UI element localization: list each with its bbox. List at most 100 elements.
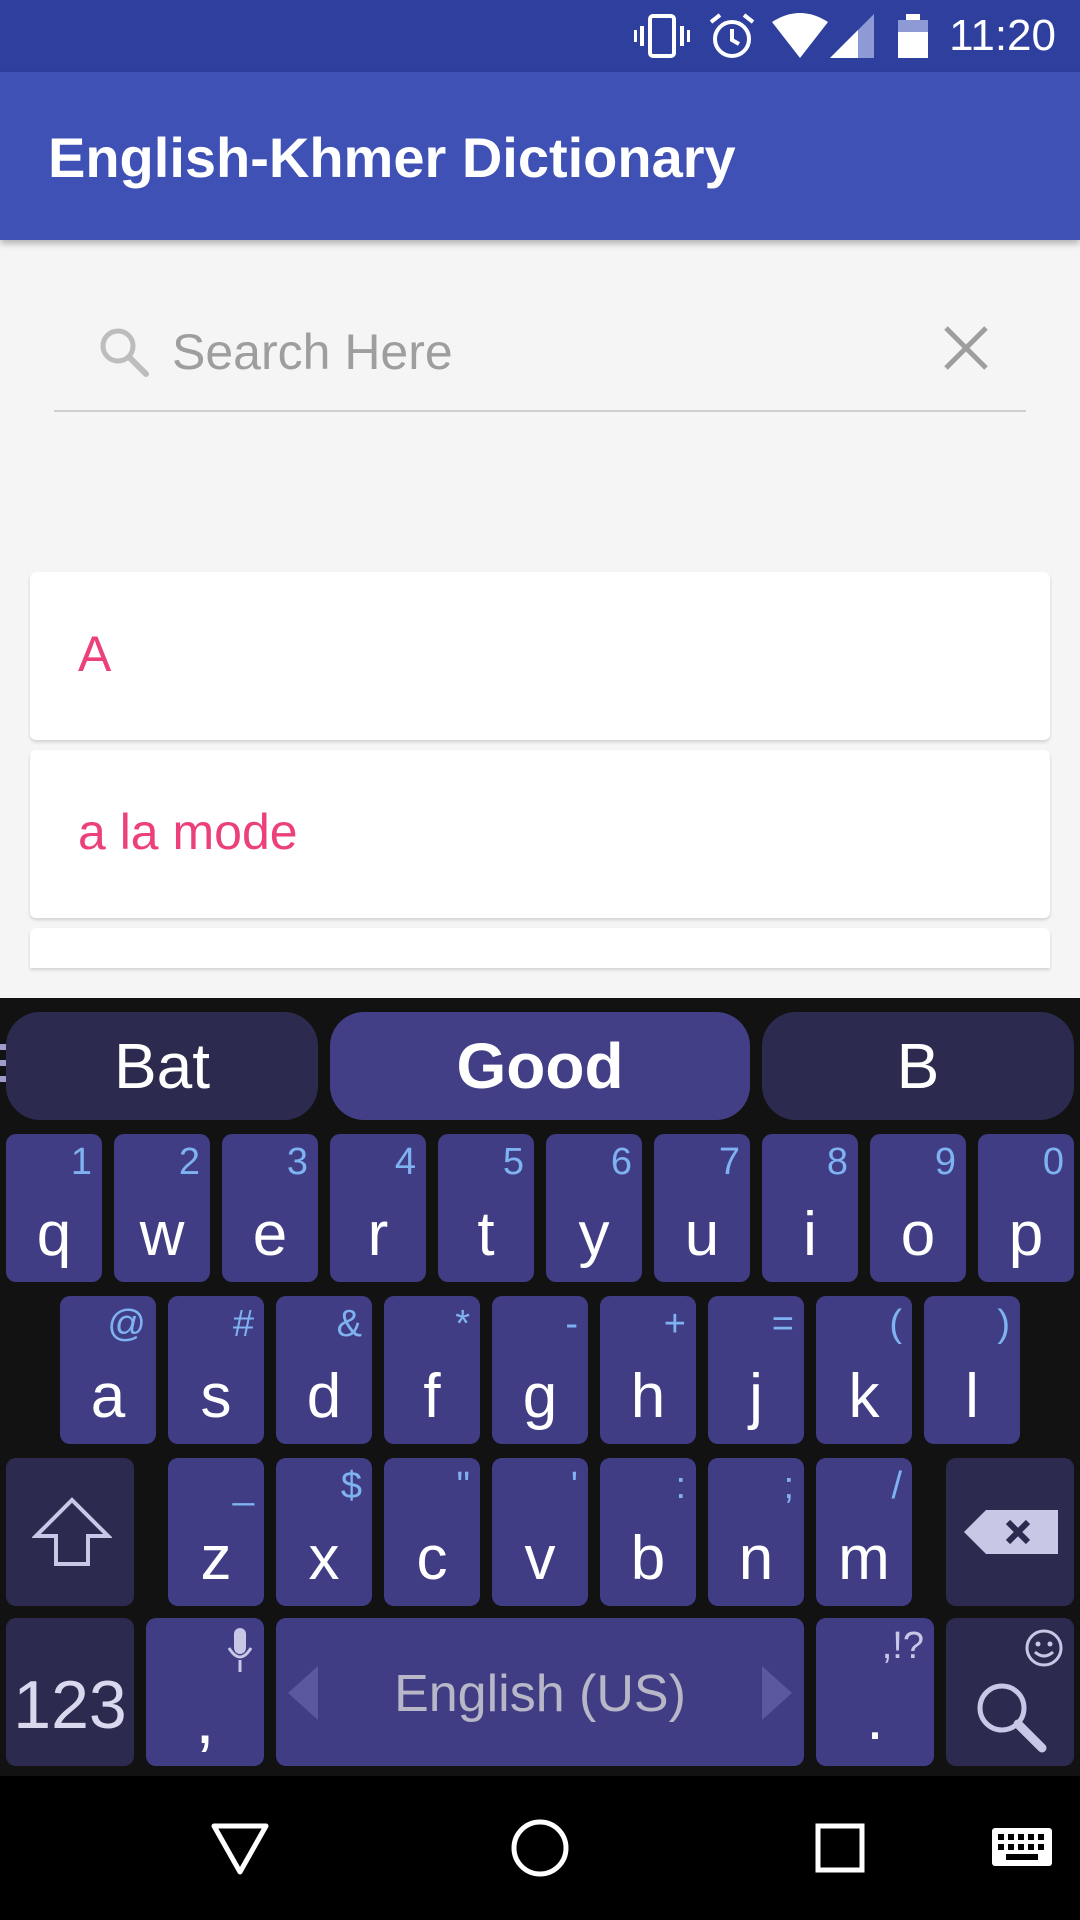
search-box xyxy=(54,300,1026,412)
key-v[interactable]: ' v xyxy=(492,1458,588,1606)
key-alt: 7 xyxy=(718,1141,740,1183)
key-alt: ; xyxy=(783,1465,794,1507)
key-y[interactable]: 6y xyxy=(546,1134,642,1282)
numbers-key[interactable]: 123 xyxy=(6,1618,134,1766)
suggestion-left[interactable]: Bat xyxy=(6,1012,318,1120)
key-label: y xyxy=(578,1200,610,1269)
key-alt: _ xyxy=(232,1465,254,1507)
alarm-icon xyxy=(709,13,755,58)
key-label: . xyxy=(866,1684,884,1753)
key-alt: 1 xyxy=(70,1141,92,1183)
key-o[interactable]: 9o xyxy=(870,1134,966,1282)
key-alt: 5 xyxy=(502,1141,524,1183)
key-label: v xyxy=(524,1524,556,1593)
key-alt: 8 xyxy=(826,1141,848,1183)
space-key[interactable]: English (US) xyxy=(276,1618,804,1766)
key-a[interactable]: @ a xyxy=(60,1296,156,1444)
battery-icon xyxy=(898,14,928,58)
key-label: g xyxy=(522,1362,558,1431)
key-d[interactable]: & d xyxy=(276,1296,372,1444)
key-label: i xyxy=(803,1200,817,1269)
key-label: , xyxy=(195,1680,215,1758)
key-g[interactable]: -g xyxy=(492,1296,588,1444)
key-q[interactable]: 1q xyxy=(6,1134,102,1282)
key-p[interactable]: 0p xyxy=(978,1134,1074,1282)
key-label: w xyxy=(139,1200,185,1269)
key-l[interactable]: ) l xyxy=(924,1296,1020,1444)
key-label: m xyxy=(838,1524,890,1593)
key-k[interactable]: (k xyxy=(816,1296,912,1444)
key-m[interactable]: / m xyxy=(816,1458,912,1606)
key-x[interactable]: $ x xyxy=(276,1458,372,1606)
key-alt: 4 xyxy=(394,1141,416,1183)
key-label: a xyxy=(90,1362,126,1431)
vibrate-icon xyxy=(634,14,690,58)
home-icon[interactable] xyxy=(460,1776,620,1920)
period-key[interactable]: ,!? . xyxy=(816,1618,934,1766)
key-alt: 3 xyxy=(286,1141,308,1183)
key-c[interactable]: " c xyxy=(384,1458,480,1606)
key-u[interactable]: 7u xyxy=(654,1134,750,1282)
key-alt: 0 xyxy=(1042,1141,1064,1183)
status-bar: 11:20 xyxy=(0,0,1080,72)
back-icon[interactable] xyxy=(160,1776,320,1920)
backspace-icon xyxy=(964,1510,1058,1554)
shift-key[interactable] xyxy=(6,1458,134,1606)
search-action-icon xyxy=(977,1683,1047,1753)
key-w[interactable]: 2w xyxy=(114,1134,210,1282)
key-label: o xyxy=(900,1200,936,1269)
shift-icon xyxy=(32,1497,112,1566)
key-label: c xyxy=(416,1524,448,1593)
search-input[interactable] xyxy=(170,320,930,384)
key-alt: + xyxy=(663,1303,686,1345)
suggestion-right[interactable]: B xyxy=(762,1012,1074,1120)
comma-key[interactable]: , xyxy=(146,1618,264,1766)
key-label: 123 xyxy=(13,1667,127,1743)
arrow-right-icon xyxy=(762,1666,792,1720)
key-label: e xyxy=(252,1200,288,1269)
close-icon[interactable] xyxy=(936,318,996,378)
key-alt: ' xyxy=(570,1465,578,1507)
keyboard-switch-icon[interactable] xyxy=(940,1776,1080,1920)
key-alt: 9 xyxy=(934,1141,956,1183)
key-h[interactable]: + h xyxy=(600,1296,696,1444)
key-alt: - xyxy=(565,1303,578,1345)
navigation-bar xyxy=(0,1776,1080,1920)
key-alt: 2 xyxy=(178,1141,200,1183)
page-title: English-Khmer Dictionary xyxy=(48,126,736,189)
emoji-icon xyxy=(1025,1629,1063,1667)
key-label: k xyxy=(848,1362,880,1431)
key-n[interactable]: ; n xyxy=(708,1458,804,1606)
search-key[interactable] xyxy=(946,1618,1074,1766)
key-alt: ) xyxy=(997,1303,1010,1345)
key-label: t xyxy=(477,1200,495,1269)
key-alt: & xyxy=(336,1303,362,1345)
key-f[interactable]: * f xyxy=(384,1296,480,1444)
suggestion-center[interactable]: Good xyxy=(330,1012,750,1120)
key-alt: / xyxy=(891,1465,902,1507)
key-label: q xyxy=(36,1200,72,1269)
key-z[interactable]: _ z xyxy=(168,1458,264,1606)
key-label: z xyxy=(200,1524,232,1593)
key-j[interactable]: = j xyxy=(708,1296,804,1444)
key-alt: = xyxy=(771,1303,794,1345)
keyboard: Bat Good B 1q 2w 3e 4r 5t 6y 7u 8i 9o 0p… xyxy=(0,998,1080,1776)
key-e[interactable]: 3e xyxy=(222,1134,318,1282)
key-label: s xyxy=(200,1362,232,1431)
wifi-icon xyxy=(772,13,828,58)
list-item[interactable]: a la mode xyxy=(30,750,1050,918)
key-alt: * xyxy=(455,1303,470,1345)
recents-icon[interactable] xyxy=(760,1776,920,1920)
key-alt: : xyxy=(675,1465,686,1507)
key-label: j xyxy=(749,1362,763,1431)
key-t[interactable]: 5t xyxy=(438,1134,534,1282)
list-item[interactable]: A xyxy=(30,572,1050,740)
key-alt: " xyxy=(456,1465,471,1507)
key-label: x xyxy=(308,1524,340,1593)
key-s[interactable]: # s xyxy=(168,1296,264,1444)
key-r[interactable]: 4r xyxy=(330,1134,426,1282)
key-b[interactable]: :b xyxy=(600,1458,696,1606)
list-item[interactable] xyxy=(30,928,1050,968)
key-i[interactable]: 8i xyxy=(762,1134,858,1282)
backspace-key[interactable] xyxy=(946,1458,1074,1606)
